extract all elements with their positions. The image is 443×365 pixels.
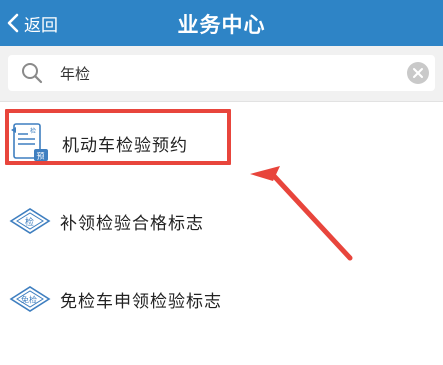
item-label-inspection-booking: 机动车检验预约 [62, 136, 188, 156]
exempt-sign-icon-text: 免检 [21, 295, 37, 305]
item-label-exempt-vehicle-sign: 免检车申领检验标志 [60, 292, 222, 312]
inspection-sign-icon-text: 检 [25, 216, 34, 228]
list-item-reissue-inspection-sign[interactable]: 检 补领检验合格标志 [0, 189, 443, 259]
clear-icon [413, 68, 423, 78]
item-label-reissue-inspection-sign: 补领检验合格标志 [60, 214, 204, 234]
inspection-sign-icon: 检 [9, 208, 51, 234]
inspection-booking-icon-text-b: 预 [37, 151, 45, 161]
top-navigation-bar: 返回 业务中心 [0, 0, 443, 46]
inspection-booking-icon-text-a: 检 [30, 127, 36, 135]
list-item-exempt-vehicle-sign[interactable]: 免检 免检车申领检验标志 [0, 267, 443, 337]
list-item-inspection-booking[interactable]: 检 预 机动车检验预约 [0, 111, 443, 181]
page-title: 业务中心 [177, 13, 266, 37]
inspection-booking-icon: 检 预 [11, 123, 48, 161]
search-icon [22, 63, 43, 84]
search-bar [0, 46, 443, 102]
exempt-sign-icon: 免检 [9, 286, 51, 312]
search-box[interactable] [8, 55, 435, 91]
search-input[interactable] [60, 61, 390, 85]
clear-search-button[interactable] [407, 62, 429, 84]
